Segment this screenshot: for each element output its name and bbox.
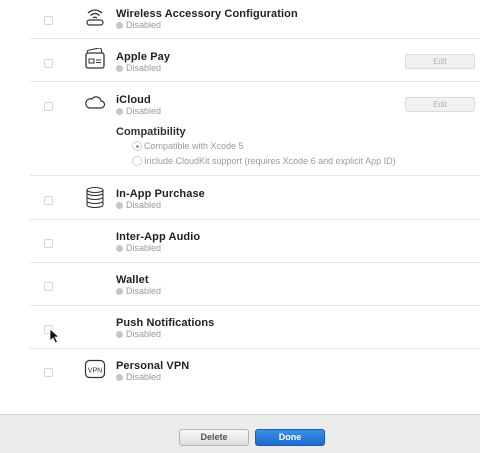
checkbox-wallet[interactable] [44,282,53,291]
status-dot-icon [116,65,123,72]
capability-row-personal-vpn: VPN Personal VPN Disabled [30,348,480,391]
capability-title: Apple Pay [116,51,171,63]
edit-button-icloud[interactable]: Edit [405,97,475,112]
status-dot-icon [116,245,123,252]
capability-row-in-app-purchase: In-App Purchase Disabled [30,176,480,220]
done-button[interactable]: Done [255,429,325,446]
status-dot-icon [116,331,123,338]
checkbox-icloud[interactable] [44,102,53,111]
checkbox-personal-vpn[interactable] [44,368,53,377]
capability-status: Disabled [116,329,161,339]
capability-title: Inter-App Audio [116,231,201,243]
capability-title: iCloud [116,94,151,106]
capability-title: Personal VPN [116,360,190,372]
capability-status: Disabled [116,106,161,116]
status-text: Disabled [126,286,162,296]
status-text: Disabled [126,372,162,382]
capability-row-wallet: Wallet Disabled [30,262,480,306]
capability-row-inter-app-audio: Inter-App Audio Disabled [30,219,480,263]
capability-title: In-App Purchase [116,188,205,200]
radio-label-xcode5: Compatible with Xcode 5 [144,141,244,151]
vpn-icon-text: VPN [88,368,102,375]
capability-row-apple-pay: Apple Pay Disabled Edit [30,38,480,82]
status-text: Disabled [126,20,162,30]
capability-row-push-notifications: Push Notifications Disabled [30,305,480,349]
status-dot-icon [116,374,123,381]
vpn-icon: VPN [84,358,106,380]
status-dot-icon [116,202,123,209]
status-dot-icon [116,22,123,29]
checkbox-inter-app-audio[interactable] [44,239,53,248]
capability-title: Push Notifications [116,317,215,329]
status-dot-icon [116,288,123,295]
capability-status: Disabled [116,286,161,296]
capability-title: Wireless Accessory Configuration [116,8,298,20]
apple-pay-card-icon [84,48,106,70]
radio-label-cloudkit: Include CloudKit support (requires Xcode… [144,156,396,166]
mouse-pointer-icon [49,328,61,344]
footer-bar: Delete Done [0,414,480,453]
checkbox-wireless-accessory[interactable] [44,16,53,25]
delete-button[interactable]: Delete [179,429,249,446]
capability-status: Disabled [116,372,161,382]
status-text: Disabled [126,63,162,73]
checkbox-in-app-purchase[interactable] [44,196,53,205]
capabilities-list: Wireless Accessory Configuration Disable… [0,0,480,414]
status-text: Disabled [126,106,162,116]
status-text: Disabled [126,200,162,210]
status-dot-icon [116,108,123,115]
wireless-icon [84,6,106,28]
capability-row-icloud: iCloud Disabled Edit Compatibility Compa… [30,82,480,176]
capability-row-wireless-accessory: Wireless Accessory Configuration Disable… [30,0,480,39]
edit-button-apple-pay[interactable]: Edit [405,54,475,69]
status-text: Disabled [126,243,162,253]
icloud-icon [84,91,106,113]
capability-status: Disabled [116,63,161,73]
capability-status: Disabled [116,200,161,210]
checkbox-apple-pay[interactable] [44,59,53,68]
radio-cloudkit[interactable] [132,156,142,166]
capability-title: Wallet [116,274,149,286]
coin-stack-icon [84,186,106,208]
radio-xcode5[interactable] [132,141,142,151]
capability-status: Disabled [116,20,161,30]
capability-status: Disabled [116,243,161,253]
compatibility-heading: Compatibility [116,126,186,138]
status-text: Disabled [126,329,162,339]
